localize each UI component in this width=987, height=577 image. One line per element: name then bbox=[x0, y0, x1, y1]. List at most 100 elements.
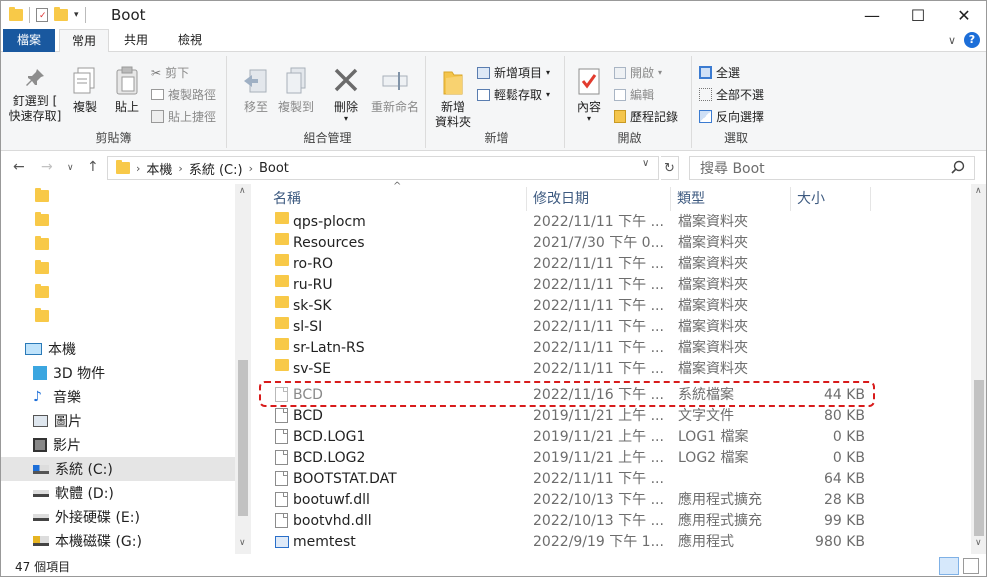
forward-arrow-icon[interactable]: → bbox=[41, 159, 53, 175]
file-row[interactable]: BOOTSTAT.DAT 2022/11/11 下午 ... 64 KB bbox=[253, 469, 873, 490]
new-folder-button[interactable]: 新增 資料夾 bbox=[431, 66, 475, 130]
tab-file[interactable]: 檔案 bbox=[3, 29, 55, 52]
folder-icon[interactable] bbox=[35, 260, 49, 274]
file-type: 檔案資料夾 bbox=[678, 340, 748, 356]
nav-scroll-thumb[interactable] bbox=[238, 360, 248, 516]
folder-icon[interactable] bbox=[35, 284, 49, 298]
file-scroll-thumb[interactable] bbox=[974, 380, 984, 536]
recent-dropdown-icon[interactable]: ∨ bbox=[67, 163, 74, 173]
file-row[interactable]: sv-SE 2022/11/11 下午 ... 檔案資料夾 bbox=[253, 359, 873, 380]
file-name: BOOTSTAT.DAT bbox=[293, 471, 397, 487]
chevron-right-icon[interactable]: › bbox=[178, 162, 182, 175]
select-all-icon bbox=[699, 66, 712, 79]
file-row[interactable]: memtest 2022/9/19 下午 1... 應用程式 980 KB bbox=[253, 532, 873, 553]
chevron-right-icon[interactable]: › bbox=[136, 162, 140, 175]
back-arrow-icon[interactable]: ← bbox=[13, 159, 25, 175]
file-date: 2022/11/11 下午 ... bbox=[533, 214, 663, 230]
nav-item-drive-g[interactable]: 本機磁碟 (G:) bbox=[1, 529, 235, 553]
nav-item-3d-objects[interactable]: 3D 物件 bbox=[1, 361, 235, 385]
nav-item-music[interactable]: ♪ 音樂 bbox=[1, 385, 235, 409]
file-row[interactable]: ro-RO 2022/11/11 下午 ... 檔案資料夾 bbox=[253, 254, 873, 275]
pin-label: 釘選到 [ 快速存取] bbox=[8, 94, 62, 123]
folder-icon[interactable] bbox=[35, 308, 49, 322]
file-row[interactable]: sr-Latn-RS 2022/11/11 下午 ... 檔案資料夾 bbox=[253, 338, 873, 359]
column-name[interactable]: 名稱 bbox=[267, 187, 527, 211]
copy-to-label: 複製到 bbox=[277, 100, 314, 114]
delete-button[interactable]: 刪除 ▾ bbox=[326, 66, 366, 123]
tab-view[interactable]: 檢視 bbox=[165, 29, 215, 52]
easy-access-dropdown-icon: ▾ bbox=[546, 90, 551, 99]
easy-access-button[interactable]: 輕鬆存取 ▾ bbox=[477, 86, 550, 103]
address-bar[interactable]: › 本機 › 系統 (C:) › Boot bbox=[107, 156, 659, 180]
nav-item-drive-e[interactable]: 外接硬碟 (E:) bbox=[1, 505, 235, 529]
file-row[interactable]: BCD 2019/11/21 上午 ... 文字文件 80 KB bbox=[253, 406, 873, 427]
new-folder-qat-icon[interactable] bbox=[54, 7, 68, 21]
paste-button[interactable]: 貼上 bbox=[107, 66, 147, 115]
large-icons-view-icon[interactable] bbox=[963, 558, 979, 574]
scroll-down-icon[interactable]: ∨ bbox=[975, 538, 982, 548]
status-bar: 47 個項目 bbox=[1, 554, 986, 576]
nav-item-pictures[interactable]: 圖片 bbox=[1, 409, 235, 433]
properties-qat-icon[interactable]: ✓ bbox=[36, 8, 48, 22]
scroll-down-icon[interactable]: ∨ bbox=[239, 538, 246, 548]
qat-dropdown-icon[interactable]: ▾ bbox=[74, 10, 79, 20]
invert-selection-button[interactable]: 反向選擇 bbox=[699, 108, 764, 125]
file-row[interactable]: bootvhd.dll 2022/10/13 下午 ... 應用程式擴充 99 KB bbox=[253, 511, 873, 532]
tab-share[interactable]: 共用 bbox=[113, 29, 159, 52]
breadcrumb-boot[interactable]: Boot bbox=[259, 161, 289, 176]
file-size: 980 KB bbox=[815, 534, 865, 550]
address-dropdown-icon[interactable]: ∨ bbox=[642, 158, 649, 169]
properties-button[interactable]: 內容 ▾ bbox=[570, 66, 608, 123]
pin-quick-access-button[interactable]: 釘選到 [ 快速存取] bbox=[7, 66, 63, 124]
collapse-ribbon-icon[interactable]: ∨ bbox=[948, 34, 956, 47]
column-type[interactable]: 類型 bbox=[671, 187, 791, 211]
close-button[interactable]: ✕ bbox=[941, 1, 986, 29]
details-view-icon[interactable] bbox=[939, 557, 959, 575]
folder-icon[interactable] bbox=[35, 188, 49, 202]
file-row[interactable]: sl-SI 2022/11/11 下午 ... 檔案資料夾 bbox=[253, 317, 873, 338]
rename-button[interactable]: 重新命名 bbox=[368, 66, 422, 115]
nav-item-label: 本機磁碟 (G:) bbox=[55, 534, 142, 550]
edit-button[interactable]: 編輯 bbox=[614, 86, 654, 103]
nav-item-drive-d[interactable]: 軟體 (D:) bbox=[1, 481, 235, 505]
tab-home[interactable]: 常用 bbox=[59, 29, 109, 53]
file-row[interactable]: sk-SK 2022/11/11 下午 ... 檔案資料夾 bbox=[253, 296, 873, 317]
file-row[interactable]: ru-RU 2022/11/11 下午 ... 檔案資料夾 bbox=[253, 275, 873, 296]
file-row[interactable]: BCD.LOG1 2019/11/21 上午 ... LOG1 檔案 0 KB bbox=[253, 427, 873, 448]
select-all-button[interactable]: 全選 bbox=[699, 64, 740, 81]
nav-item-this-pc[interactable]: 本機 bbox=[1, 337, 235, 361]
breadcrumb-this-pc[interactable]: 本機 bbox=[146, 159, 172, 178]
new-item-button[interactable]: 新增項目 ▾ bbox=[477, 64, 550, 81]
paste-shortcut-button[interactable]: 貼上捷徑 bbox=[151, 108, 216, 125]
maximize-button[interactable]: ☐ bbox=[895, 1, 941, 29]
search-box[interactable]: 搜尋 Boot bbox=[689, 156, 975, 180]
scroll-up-icon[interactable]: ∧ bbox=[975, 186, 982, 196]
scroll-up-icon[interactable]: ∧ bbox=[239, 186, 246, 196]
help-icon[interactable]: ? bbox=[964, 32, 980, 48]
refresh-button[interactable]: ↻ bbox=[661, 156, 679, 180]
file-row[interactable]: qps-ploc​m 2022/11/11 下午 ... 檔案資料夾 bbox=[253, 212, 873, 233]
cut-button[interactable]: ✂ 剪下 bbox=[151, 64, 189, 81]
folder-icon[interactable] bbox=[35, 212, 49, 226]
file-row[interactable]: bootuwf.dll 2022/10/13 下午 ... 應用程式擴充 28 KB bbox=[253, 490, 873, 511]
nav-item-drive-c[interactable]: 系統 (C:) bbox=[1, 457, 235, 481]
file-row[interactable]: Resources 2021/7/30 下午 0... 檔案資料夾 bbox=[253, 233, 873, 254]
file-row[interactable]: BCD.LOG2 2019/11/21 上午 ... LOG2 檔案 0 KB bbox=[253, 448, 873, 469]
column-size[interactable]: 大小 bbox=[791, 187, 871, 211]
file-list-scrollbar[interactable]: ∧ ∨ bbox=[971, 184, 986, 554]
chevron-right-icon[interactable]: › bbox=[249, 162, 253, 175]
breadcrumb-drive-c[interactable]: 系統 (C:) bbox=[189, 159, 243, 178]
copy-button[interactable]: 複製 bbox=[65, 66, 105, 115]
nav-item-videos[interactable]: 影片 bbox=[1, 433, 235, 457]
copy-path-button[interactable]: 複製路徑 bbox=[151, 86, 216, 103]
nav-scrollbar[interactable]: ∧ ∨ bbox=[235, 184, 251, 554]
open-button[interactable]: 開啟 ▾ bbox=[614, 64, 662, 81]
select-none-button[interactable]: 全部不選 bbox=[699, 86, 764, 103]
minimize-button[interactable]: — bbox=[849, 1, 895, 29]
history-button[interactable]: 歷程記錄 bbox=[614, 108, 678, 125]
folder-icon[interactable] bbox=[35, 236, 49, 250]
copy-to-button[interactable]: 複製到 bbox=[274, 66, 318, 115]
column-date[interactable]: 修改日期 bbox=[527, 187, 671, 211]
move-to-button[interactable]: 移至 bbox=[236, 66, 276, 115]
up-arrow-icon[interactable]: ↑ bbox=[87, 159, 99, 175]
